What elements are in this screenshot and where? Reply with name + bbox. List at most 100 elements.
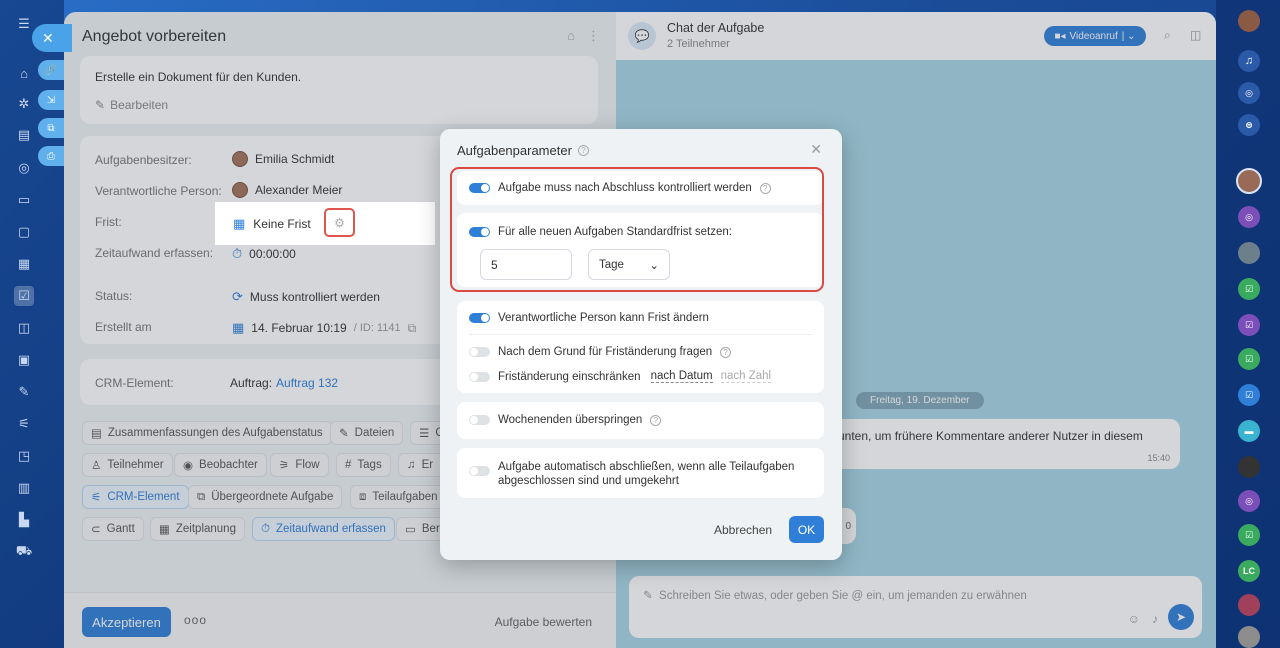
help-icon[interactable]: ?: [720, 346, 732, 358]
chat-icon[interactable]: ◫: [14, 318, 34, 338]
notifications-icon[interactable]: ♫: [1238, 50, 1260, 72]
files-icon[interactable]: ▢: [14, 222, 34, 242]
accept-button[interactable]: Akzeptieren: [82, 607, 171, 637]
messenger-search-icon[interactable]: ⊜: [1238, 114, 1260, 136]
chip-planning[interactable]: ▦ Zeitplanung: [150, 517, 245, 541]
owner-name: Emilia Schmidt: [255, 152, 335, 166]
menu-icon[interactable]: ☰: [14, 14, 34, 34]
tasks-icon[interactable]: ☑: [14, 286, 34, 306]
open-new-window-icon[interactable]: ⧉: [38, 118, 64, 138]
chat-avatar-2[interactable]: ◎: [1238, 206, 1260, 228]
chat-bubble-icon[interactable]: ▬: [1238, 420, 1260, 442]
video-call-button[interactable]: ■◂ Videoanruf | ⌄: [1044, 26, 1146, 46]
chip-flow[interactable]: ⚞ Flow: [270, 453, 329, 477]
home-icon[interactable]: ⌂: [14, 63, 34, 83]
chip-subtasks[interactable]: ⧈ Teilaufgaben: [350, 485, 440, 509]
paperclip-icon[interactable]: ✎: [643, 590, 653, 602]
calendar-icon[interactable]: ▣: [14, 350, 34, 370]
section-autocomplete: Aufgabe automatisch abschließen, wenn al…: [457, 448, 824, 498]
restrict-by-date[interactable]: nach Datum: [650, 370, 713, 383]
send-button[interactable]: ➤: [1168, 604, 1194, 630]
edit-link[interactable]: ✎ Bearbeiten: [95, 98, 168, 112]
chat-avatar-7[interactable]: [1238, 626, 1260, 648]
task-chat-icon-5[interactable]: ☑: [1238, 524, 1260, 546]
chip-checklist[interactable]: ☰C: [410, 421, 440, 445]
chip-parent-task[interactable]: ⧉ Übergeordnete Aufgabe: [188, 485, 343, 509]
toggle-restrict-change[interactable]: [469, 371, 490, 382]
ok-button[interactable]: OK: [789, 516, 824, 543]
chip-gantt[interactable]: ⊂ Gantt: [82, 517, 144, 541]
task-bottom-bar: Akzeptieren ooo Aufgabe bewerten: [64, 592, 616, 648]
chat-avatar-4[interactable]: [1238, 456, 1260, 478]
contacts-icon[interactable]: ◎: [14, 158, 34, 178]
option-responsible-change[interactable]: Verantwortliche Person kann Frist ändern: [469, 312, 709, 324]
search-icon[interactable]: ⌕: [1164, 28, 1171, 43]
chip-files[interactable]: ✎ Dateien: [330, 421, 404, 445]
subtasks-icon: ⧈: [359, 490, 367, 503]
sign-icon[interactable]: ✎: [14, 382, 34, 402]
chat-participants[interactable]: 2 Teilnehmer: [667, 38, 730, 50]
rate-task-link[interactable]: Aufgabe bewerten: [495, 615, 592, 629]
home-icon[interactable]: ⌂: [567, 28, 575, 44]
chip-crm-element[interactable]: ⚟ CRM-Element: [82, 485, 189, 509]
chip-more[interactable]: ▭ Ber: [396, 517, 440, 541]
chat-avatar-6[interactable]: [1238, 594, 1260, 616]
owner-value[interactable]: Emilia Schmidt: [232, 151, 334, 167]
task-chat-icon-1[interactable]: ☑: [1238, 278, 1260, 300]
emoji-icon[interactable]: ☺: [1128, 612, 1140, 626]
copy-icon[interactable]: ⧉: [408, 321, 417, 336]
cancel-button[interactable]: Abbrechen: [714, 523, 772, 537]
chat-input[interactable]: ✎ Schreiben Sie etwas, oder geben Sie @ …: [629, 576, 1202, 638]
drive-icon[interactable]: ▭: [14, 190, 34, 210]
toggle-ask-reason[interactable]: [469, 347, 490, 357]
task-chat-icon-3[interactable]: ☑: [1238, 348, 1260, 370]
task-chat-icon-4[interactable]: ☑: [1238, 384, 1260, 406]
chip-tags[interactable]: # Tags: [336, 453, 391, 477]
chip-participants[interactable]: ♙ Teilnehmer: [82, 453, 173, 477]
copy-link-icon[interactable]: 🔗: [38, 60, 64, 80]
close-slider-button[interactable]: ✕: [32, 24, 72, 52]
crm-link[interactable]: Auftrag 132: [276, 376, 338, 390]
chat-avatar-lc[interactable]: LC: [1238, 560, 1260, 582]
document-icon[interactable]: ▤: [14, 125, 34, 145]
chip-reminder[interactable]: ♫ Er: [398, 453, 440, 477]
board-icon[interactable]: ▦: [14, 254, 34, 274]
more-actions-button[interactable]: ooo: [184, 613, 207, 627]
toggle-autocomplete[interactable]: [469, 466, 490, 476]
microphone-icon[interactable]: ♪: [1152, 612, 1158, 626]
analytics-icon[interactable]: ▙: [14, 510, 34, 530]
close-icon[interactable]: ✕: [810, 141, 822, 158]
user-avatar[interactable]: [1238, 10, 1260, 32]
more-vertical-icon[interactable]: ⋮: [587, 28, 600, 44]
deadline-settings-gear-icon[interactable]: ⚙: [324, 208, 355, 237]
crm-icon[interactable]: ▥: [14, 478, 34, 498]
option-skip-weekends[interactable]: Wochenenden überspringen ?: [469, 414, 662, 426]
print-icon[interactable]: ⎙: [38, 146, 64, 166]
restrict-by-number[interactable]: nach Zahl: [720, 370, 772, 383]
help-icon[interactable]: ?: [650, 414, 662, 426]
chat-avatar-1[interactable]: [1236, 168, 1262, 194]
time-value[interactable]: ⏱ 00:00:00: [232, 246, 296, 262]
deadline-value[interactable]: Keine Frist: [253, 217, 310, 231]
sidebar-toggle-icon[interactable]: ◫: [1190, 28, 1201, 42]
chat-avatar-3[interactable]: [1238, 242, 1260, 264]
responsible-value[interactable]: Alexander Meier: [232, 182, 342, 198]
sites-icon[interactable]: ◳: [14, 446, 34, 466]
task-chat-icon-2[interactable]: ☑: [1238, 314, 1260, 336]
chip-time-tracking[interactable]: ⏱ Zeitaufwand erfassen: [252, 517, 395, 541]
option-ask-reason[interactable]: Nach dem Grund für Friständerung fragen …: [469, 346, 732, 358]
filter-icon[interactable]: ⚟: [14, 414, 34, 434]
feed-icon[interactable]: ✲: [14, 94, 34, 114]
help-icon[interactable]: ?: [577, 145, 589, 156]
option-restrict-change[interactable]: Friständerung einschränken nach Datum na…: [469, 370, 772, 383]
copilot-icon[interactable]: ◎: [1238, 82, 1260, 104]
toggle-responsible-change[interactable]: [469, 313, 490, 323]
option-autocomplete[interactable]: Aufgabe automatisch abschließen, wenn al…: [469, 460, 799, 488]
toggle-skip-weekends[interactable]: [469, 415, 490, 425]
chat-avatar-5[interactable]: ◎: [1238, 490, 1260, 512]
chip-observers[interactable]: ◉ Beobachter: [174, 453, 267, 477]
chip-status-summaries[interactable]: ▤ Zusammenfassungen des Aufgabenstatus: [82, 421, 332, 445]
shop-icon[interactable]: ⛟: [14, 542, 34, 562]
minimize-icon[interactable]: ⇲: [38, 90, 64, 110]
edit-label: Bearbeiten: [110, 98, 169, 112]
